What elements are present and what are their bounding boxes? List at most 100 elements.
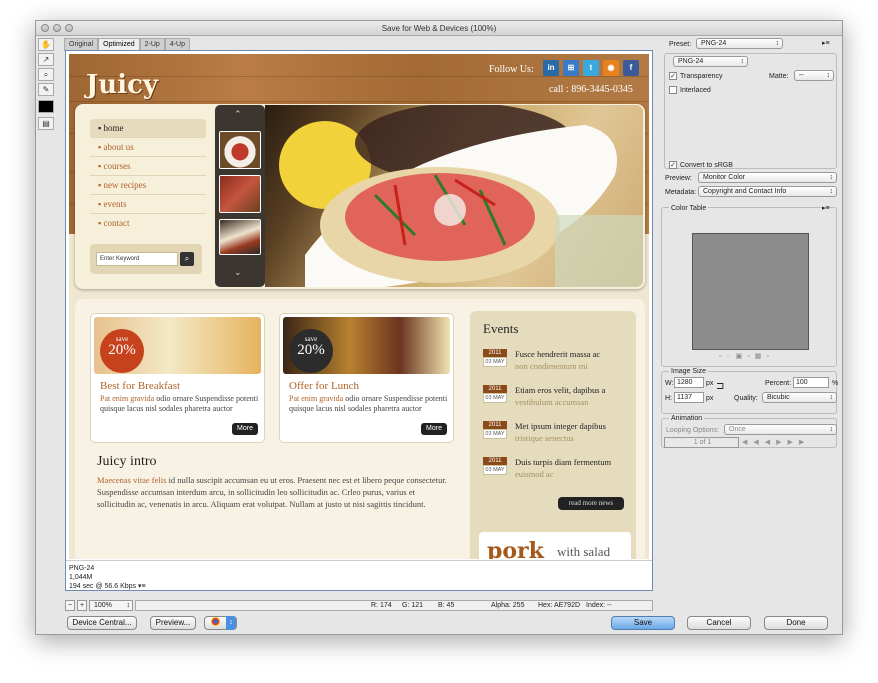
- title-bar: Save for Web & Devices (100%): [36, 21, 842, 36]
- rss-icon[interactable]: ◉: [603, 60, 619, 76]
- follow-us-label: Follow Us:: [489, 64, 534, 75]
- card-text: Pat enim gravida odio ornare Suspendisse…: [100, 394, 259, 413]
- panel-menu-icon[interactable]: ▸≡: [822, 39, 830, 48]
- transparency-checkbox[interactable]: ✓: [669, 72, 677, 80]
- hero-section: ▪ home ▪ about us ▪ courses ▪ new recipe…: [75, 104, 645, 289]
- close-window-button[interactable]: [41, 24, 49, 32]
- matte-select[interactable]: --: [794, 70, 834, 81]
- thumbnail-dish-2[interactable]: [219, 175, 261, 213]
- color-table-swatches[interactable]: [692, 233, 809, 350]
- intro-text: Maecenas vitae felis id nulla suscipit a…: [97, 475, 447, 509]
- menu-item-new-recipes[interactable]: ▪ new recipes: [90, 176, 206, 195]
- view-tabs: Original Optimized 2-Up 4-Up: [64, 38, 191, 51]
- zoom-tool-icon[interactable]: ⌕: [38, 68, 54, 81]
- menu-item-about-us[interactable]: ▪ about us: [90, 138, 206, 157]
- pasta-illustration: [279, 105, 643, 287]
- menu-item-courses[interactable]: ▪ courses: [90, 157, 206, 176]
- bottom-info-bar: − + 100% ↕ R: 174 G: 121 B: 45 Alpha: 255…: [65, 599, 655, 612]
- card-title[interactable]: Best for Breakfast: [100, 380, 180, 392]
- save-badge: save 20%: [289, 329, 333, 373]
- zoom-level-select[interactable]: 100% ↕: [89, 600, 133, 611]
- info-menu-icon[interactable]: ▾≡: [138, 583, 146, 590]
- frame-counter: 1 of 1: [664, 437, 739, 448]
- link-proportions-icon[interactable]: ⊐: [716, 382, 724, 392]
- website-preview: Juicy Follow Us: in ⊞ t ◉ f call : 896-3…: [69, 54, 649, 559]
- preview-color-select[interactable]: Monitor Color: [698, 172, 837, 183]
- save-badge: save 20%: [100, 329, 144, 373]
- content-section: save 20% Best for Breakfast Pat enim gra…: [75, 299, 645, 559]
- device-central-button[interactable]: Device Central...: [67, 616, 137, 630]
- tool-column: ✋ ↗ ⌕ ✎ ▤: [38, 38, 56, 138]
- preset-select[interactable]: PNG-24: [696, 38, 783, 49]
- preview-button[interactable]: Preview...: [150, 616, 196, 630]
- done-button[interactable]: Done: [764, 616, 828, 630]
- eyedropper-tool-icon[interactable]: ✎: [38, 83, 54, 96]
- main-menu: ▪ home ▪ about us ▪ courses ▪ new recipe…: [90, 119, 206, 233]
- window-title: Save for Web & Devices (100%): [381, 24, 497, 33]
- zoom-window-button[interactable]: [65, 24, 73, 32]
- site-search: Enter Keyword ⌕: [90, 244, 202, 274]
- event-date: 2011 03 MAY: [483, 385, 507, 403]
- eyedropper-color-swatch[interactable]: [38, 100, 54, 113]
- lunch-card: save 20% Offer for Lunch Pat enim gravid…: [279, 313, 454, 443]
- image-preview-canvas[interactable]: Juicy Follow Us: in ⊞ t ◉ f call : 896-3…: [65, 50, 653, 591]
- chevron-down-icon: ↕: [126, 602, 131, 609]
- convert-srgb-checkbox[interactable]: ✓: [669, 161, 677, 169]
- events-panel: Events 2011 03 MAY Fusce hendrerit massa …: [470, 311, 636, 559]
- featured-dish-image: [265, 105, 643, 287]
- breakfast-image: save 20%: [94, 317, 261, 374]
- minimize-window-button[interactable]: [53, 24, 61, 32]
- search-input[interactable]: Enter Keyword: [96, 252, 178, 266]
- color-table-menu-icon[interactable]: ▸≡: [822, 204, 830, 213]
- breakfast-card: save 20% Best for Breakfast Pat enim gra…: [90, 313, 265, 443]
- optimization-settings-panel: Preset: PNG-24 ▸≡ PNG-24 ✓ Transparency …: [659, 38, 840, 448]
- chevron-down-icon: ↕: [226, 616, 236, 630]
- toggle-slices-icon[interactable]: ▤: [38, 117, 54, 130]
- cancel-button[interactable]: Cancel: [687, 616, 751, 630]
- menu-item-contact[interactable]: ▪ contact: [90, 214, 206, 233]
- optimization-info: PNG-24 1,044M 194 sec @ 56.6 Kbps ▾≡: [66, 560, 652, 590]
- height-input[interactable]: 1137: [674, 392, 704, 403]
- pixel-info-readout: R: 174 G: 121 B: 45 Alpha: 255 Hex: AE79…: [135, 600, 653, 611]
- chevron-up-icon[interactable]: ⌃: [234, 109, 242, 120]
- color-table-tool-icons[interactable]: ▫◌▣▫▦▫: [719, 352, 774, 361]
- facebook-icon[interactable]: f: [623, 60, 639, 76]
- linkedin-icon[interactable]: in: [543, 60, 559, 76]
- zoom-in-button[interactable]: +: [77, 600, 87, 611]
- card-text: Pat enim gravida odio ornare Suspendisse…: [289, 394, 448, 413]
- chevron-down-icon[interactable]: ⌄: [234, 267, 242, 278]
- metadata-select[interactable]: Copyright and Contact Info: [698, 186, 837, 197]
- more-button[interactable]: More: [232, 423, 258, 435]
- call-number: call : 896-3445-0345: [549, 84, 633, 95]
- percent-input[interactable]: 100: [793, 377, 829, 388]
- event-date: 2011 03 MAY: [483, 421, 507, 439]
- search-icon[interactable]: ⌕: [180, 252, 194, 266]
- more-button[interactable]: More: [421, 423, 447, 435]
- slice-select-tool-icon[interactable]: ↗: [38, 53, 54, 66]
- read-more-news-button[interactable]: read more news: [558, 497, 624, 510]
- browser-icon: [211, 617, 220, 626]
- pork-banner: pork with salad: [479, 532, 631, 559]
- menu-item-events[interactable]: ▪ events: [90, 195, 206, 214]
- thumbnail-dish-1[interactable]: [219, 131, 261, 169]
- browser-select[interactable]: ↕: [204, 616, 237, 630]
- zoom-out-button[interactable]: −: [65, 600, 75, 611]
- twitter-icon[interactable]: t: [583, 60, 599, 76]
- looping-options-select[interactable]: Once: [724, 424, 837, 435]
- windows-icon[interactable]: ⊞: [563, 60, 579, 76]
- thumbnail-dish-3[interactable]: [219, 219, 261, 255]
- quality-select[interactable]: Bicubic: [762, 392, 837, 403]
- file-format-select[interactable]: PNG-24: [673, 56, 748, 67]
- card-title[interactable]: Offer for Lunch: [289, 380, 359, 392]
- save-button[interactable]: Save: [611, 616, 675, 630]
- interlaced-checkbox[interactable]: [669, 86, 677, 94]
- event-date: 2011 03 MAY: [483, 457, 507, 475]
- width-input[interactable]: 1280: [674, 377, 704, 388]
- zoom-controls: − + 100% ↕: [65, 600, 133, 611]
- event-date: 2011 03 MAY: [483, 349, 507, 367]
- intro-heading: Juicy intro: [97, 454, 157, 469]
- hand-tool-icon[interactable]: ✋: [38, 38, 54, 51]
- menu-item-home[interactable]: ▪ home: [90, 119, 206, 138]
- animation-playback-icons[interactable]: ◀◀◀▶▶▶: [742, 438, 810, 447]
- save-for-web-window: Save for Web & Devices (100%) ✋ ↗ ⌕ ✎ ▤ …: [35, 20, 843, 635]
